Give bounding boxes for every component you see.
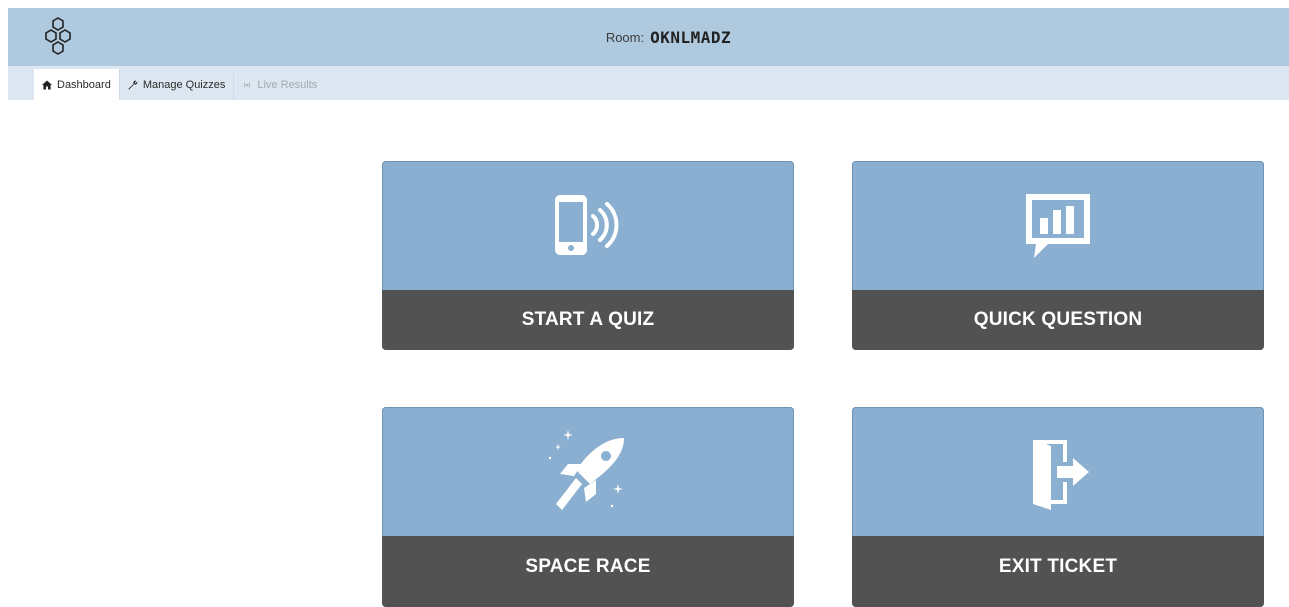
quick-question-tile[interactable]: QUICK QUESTION [852, 161, 1264, 350]
tab-manage-quizzes-label: Manage Quizzes [142, 78, 226, 91]
quick-question-label: QUICK QUESTION [973, 309, 1143, 330]
space-race-tile[interactable]: SPACE RACE [382, 407, 794, 607]
tab-live-results[interactable]: Live Results [233, 69, 325, 100]
start-a-quiz-tile[interactable]: START A QUIZ [382, 161, 794, 350]
exit-ticket-tile[interactable]: EXIT TICKET [852, 407, 1264, 607]
chat-bar-chart-icon [1026, 193, 1090, 258]
exit-door-icon [1033, 439, 1089, 510]
tab-dashboard-label: Dashboard [57, 78, 111, 91]
tab-dashboard[interactable]: Dashboard [34, 69, 119, 100]
nav-bar: Dashboard Manage Quizzes Live Results [8, 66, 1289, 100]
signal-icon [244, 81, 251, 88]
exit-ticket-label: EXIT TICKET [998, 555, 1118, 577]
space-race-label: SPACE RACE [525, 555, 651, 577]
room-code: OKNLMADZ [650, 27, 732, 47]
top-header: Room: OKNLMADZ [8, 8, 1289, 66]
start-a-quiz-label: START A QUIZ [521, 309, 655, 330]
room-label: Room: [605, 29, 645, 45]
room-indicator: Room: OKNLMADZ [8, 8, 1289, 66]
home-icon [42, 80, 52, 89]
wrench-icon [128, 80, 138, 89]
tab-manage-quizzes[interactable]: Manage Quizzes [118, 69, 234, 100]
rocket-icon [548, 429, 624, 510]
phone-signal-icon [555, 194, 619, 255]
tab-live-results-label: Live Results [257, 78, 318, 91]
